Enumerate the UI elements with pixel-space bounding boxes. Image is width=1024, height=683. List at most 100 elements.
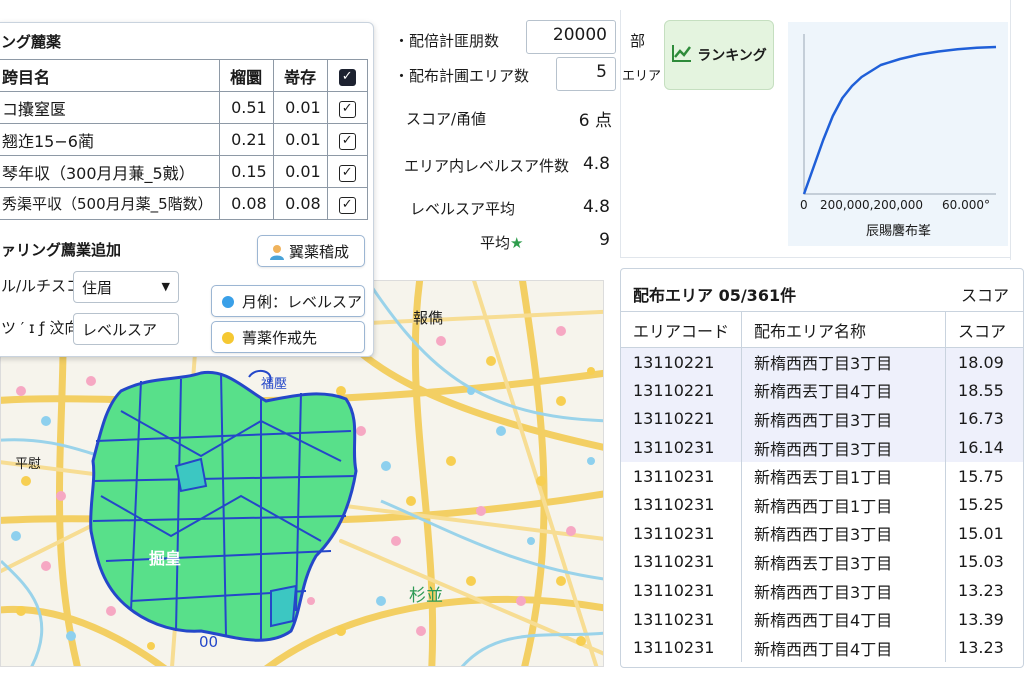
factor-name: 翘迮15−6蔺 <box>0 123 220 156</box>
table-row[interactable]: 13110231 新楕西西丁目4丁目 13.39 <box>621 604 1023 634</box>
area-count-input[interactable]: 5 <box>556 57 616 91</box>
table-row: 翘迮15−6蔺 0.21 0.01 ✓ <box>0 123 368 156</box>
chart-trend-icon <box>671 43 693 67</box>
result-name: 新楕西西丁目4丁目 <box>741 633 946 663</box>
x-tick-label: 0 <box>800 198 808 212</box>
result-panel: 配布エリア 05/361件 スコア エリアコード 配布エリア名称 スコア 131… <box>620 268 1024 668</box>
result-code: 13110231 <box>633 581 715 601</box>
result-code: 13110231 <box>633 609 715 629</box>
result-title: 配布エリア 05/361件 <box>633 286 797 305</box>
result-score: 16.73 <box>945 404 1023 434</box>
create-target-button[interactable]: 菁薬作戒先 <box>211 321 365 353</box>
result-score: 15.75 <box>945 461 1023 491</box>
star-icon: ★ <box>510 234 524 252</box>
table-row[interactable]: 13110231 新楕西丟丁目3丁目 15.03 <box>621 547 1023 577</box>
factor-weight: 0.08 <box>218 187 274 220</box>
factor-name: 琴年収（300月月蒹_5戭） <box>0 155 220 188</box>
result-score: 15.03 <box>945 547 1023 577</box>
select-all-checkbox[interactable]: ✓ <box>326 59 368 92</box>
ranking-button[interactable]: ランキング <box>664 20 774 90</box>
result-score-heading: スコア <box>961 286 1010 305</box>
result-code: 13110221 <box>621 347 742 377</box>
result-name: 新楕西西丁目1丁目 <box>741 490 946 520</box>
factor-name: コ攮窒匽 <box>0 91 220 124</box>
result-code: 13110221 <box>621 404 742 434</box>
result-score: 18.09 <box>945 347 1023 377</box>
plan-count-label: ・配倍計匪朋数 <box>394 32 500 50</box>
factor-std: 0.08 <box>272 187 328 220</box>
field1-label: ル/ルチスコ <box>1 277 82 295</box>
result-name: 新楕西西丁目4丁目 <box>741 604 946 634</box>
area-count-label: ・配布計圃エリア数 <box>394 67 530 85</box>
table-row[interactable]: 13110221 新楕西丟丁目4丁目 18.55 <box>621 376 1023 405</box>
create-factor-button[interactable]: 翼薬稽成 <box>257 235 365 267</box>
col-header-std: 嵜存 <box>272 59 328 92</box>
result-score: 18.55 <box>945 376 1023 405</box>
result-code: 13110221 <box>621 376 742 405</box>
table-row[interactable]: 13110231 新楕西西丁目3丁目 13.23 <box>621 576 1023 605</box>
x-tick-label: 200,000,200,000 <box>820 198 924 212</box>
level-avg-value: 4.8 <box>582 197 610 217</box>
panel-title: ング麓薬 <box>1 33 62 51</box>
result-name: 新楕西西丁目3丁目 <box>741 404 946 434</box>
direction-input-value: レベルスア <box>82 321 158 339</box>
col-header-score: スコア <box>945 311 1023 348</box>
row-checkbox[interactable]: ✓ <box>326 187 368 220</box>
field2-label: ツ ′ ɪ ƒ 汶向 <box>1 319 80 337</box>
factor-std: 0.01 <box>272 123 328 156</box>
level-count-label: エリア内レベルスア件数 <box>404 157 570 175</box>
result-name: 新楕西西丁目3丁目 <box>741 433 946 462</box>
row-checkbox[interactable]: ✓ <box>326 123 368 156</box>
row-checkbox[interactable]: ✓ <box>326 91 368 124</box>
monthly-level-button[interactable]: 月俐：レベルスア <box>211 285 365 317</box>
scrollbar[interactable] <box>1010 0 1024 260</box>
factor-std: 0.01 <box>272 91 328 124</box>
result-code: 13110231 <box>633 523 715 543</box>
factor-table: 跨目名 榴圜 嵜存 ✓ コ攮窒匽 0.51 0.01 ✓ 翘迮15−6蔺 0.2… <box>0 59 368 220</box>
chevron-down-icon: ▼ <box>161 280 170 293</box>
plan-count-input[interactable]: 20000 <box>526 20 616 54</box>
table-row[interactable]: 13110231 新楕西西丁目1丁目 15.25 <box>621 490 1023 520</box>
table-row[interactable]: 13110231 新楕西西丁目3丁目 16.14 <box>621 433 1023 462</box>
divider <box>620 10 621 258</box>
factor-weight: 0.21 <box>218 123 274 156</box>
x-tick-label: 60.000° <box>942 198 990 212</box>
result-code: 13110231 <box>633 552 715 572</box>
result-score: 13.23 <box>945 576 1023 605</box>
col-header-weight: 榴圜 <box>218 59 274 92</box>
result-score: 13.23 <box>945 633 1023 663</box>
person-icon <box>268 244 286 260</box>
table-row[interactable]: 13110231 新楕西丟丁目1丁目 15.75 <box>621 461 1023 491</box>
row-checkbox[interactable]: ✓ <box>326 155 368 188</box>
table-row[interactable]: 13110221 新楕西西丁目3丁目 18.09 <box>621 347 1023 377</box>
score-label: スコア/甬値 <box>406 110 487 128</box>
table-row[interactable]: 13110231 新楕西西丁目4丁目 13.23 <box>621 633 1023 663</box>
result-code: 13110231 <box>633 638 715 658</box>
map-label: 00 <box>199 633 219 651</box>
x-axis-label: 辰賜麐布峯 <box>866 224 932 239</box>
table-row: 琴年収（300月月蒹_5戭） 0.15 0.01 ✓ <box>0 155 368 188</box>
factor-name: 秀渠平収（500月月薬_5階数） <box>0 187 220 220</box>
result-score: 15.01 <box>945 519 1023 548</box>
direction-input[interactable]: レベルスア <box>73 313 179 345</box>
create-factor-label: 翼薬稽成 <box>289 243 350 261</box>
col-header-area-name: 配布エリア名称 <box>741 311 946 348</box>
level-count-value: 4.8 <box>582 154 610 174</box>
category-select[interactable]: 住眉 ▼ <box>73 271 179 303</box>
table-row[interactable]: 13110221 新楕西西丁目3丁目 16.73 <box>621 404 1023 434</box>
table-row: コ攮窒匽 0.51 0.01 ✓ <box>0 91 368 124</box>
factor-panel: ング麓薬 跨目名 榴圜 嵜存 ✓ コ攮窒匽 0.51 0.01 ✓ 翘迮15−6… <box>0 22 374 357</box>
result-code: 13110231 <box>633 466 715 486</box>
add-factor-title: ァリング薦業追加 <box>1 241 122 259</box>
create-target-label: 菁薬作戒先 <box>242 329 318 347</box>
result-score: 15.25 <box>945 490 1023 520</box>
area-count-value: 5 <box>596 62 607 82</box>
map-label: 掘皇 <box>149 549 182 568</box>
table-row[interactable]: 13110231 新楕西西丁目3丁目 15.01 <box>621 519 1023 548</box>
result-name: 新楕西丟丁目4丁目 <box>741 376 946 405</box>
result-table: エリアコード 配布エリア名称 スコア 13110221 新楕西西丁目3丁目 18.0… <box>621 311 1023 663</box>
result-name: 新楕西西丁目3丁目 <box>741 576 946 605</box>
result-code: 13110231 <box>621 433 742 462</box>
col-header-name: 跨目名 <box>0 59 220 92</box>
map-label: 福壓 <box>261 377 288 392</box>
